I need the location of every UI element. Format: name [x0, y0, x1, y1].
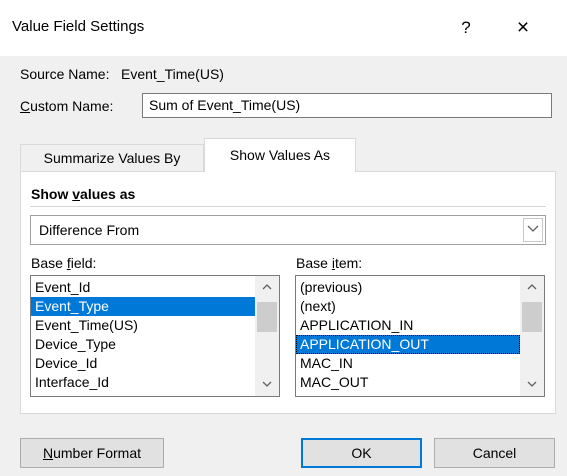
chevron-down-icon[interactable]: [520, 375, 544, 395]
base-field-label-post: ield:: [70, 255, 97, 271]
list-item-selected[interactable]: Event_Type: [31, 297, 255, 316]
number-format-accel: N: [42, 445, 54, 461]
show-values-as-selected: Difference From: [39, 222, 140, 238]
custom-name-label-rest: ustom Name:: [30, 98, 114, 114]
custom-name-input[interactable]: Sum of Event_Time(US): [142, 93, 552, 118]
source-name-label: Source Name:: [20, 66, 110, 82]
list-item[interactable]: Device_Type: [31, 335, 255, 354]
heading-post: alues as: [80, 186, 136, 202]
list-item[interactable]: Interface_Id: [31, 373, 255, 392]
list-item[interactable]: Device_Id: [31, 354, 255, 373]
ok-button[interactable]: OK: [301, 438, 422, 468]
list-item[interactable]: MAC_IN: [296, 354, 520, 373]
list-item[interactable]: Event_Id: [31, 278, 255, 297]
show-values-as-select[interactable]: Difference From: [30, 215, 546, 245]
base-item-scrollbar[interactable]: [520, 276, 544, 396]
list-item-selected[interactable]: APPLICATION_OUT: [296, 335, 520, 354]
number-format-button[interactable]: Number Format: [20, 438, 164, 468]
base-item-listbox[interactable]: (previous) (next) APPLICATION_IN APPLICA…: [295, 275, 545, 397]
chevron-down-icon[interactable]: [523, 218, 543, 242]
base-item-label-post: tem:: [334, 255, 363, 271]
dialog-title: Value Field Settings: [12, 18, 145, 35]
list-item[interactable]: MAC_OUT: [296, 373, 520, 392]
cancel-button[interactable]: Cancel: [434, 438, 555, 468]
base-field-label-pre: Base: [31, 255, 67, 271]
list-item[interactable]: (next): [296, 297, 520, 316]
chevron-down-icon[interactable]: [255, 375, 279, 395]
tab-show-values-as[interactable]: Show Values As: [204, 138, 356, 172]
number-format-label: umber Format: [53, 445, 142, 461]
tab-summarize-values-by[interactable]: Summarize Values By: [20, 144, 204, 171]
custom-name-label: Custom Name:: [20, 98, 113, 114]
heading-pre: Show: [31, 186, 73, 202]
base-field-scrollbar[interactable]: [255, 276, 279, 396]
scrollbar-thumb[interactable]: [522, 302, 542, 332]
list-item[interactable]: Event_Time(US): [31, 316, 255, 335]
help-button[interactable]: ?: [451, 14, 481, 42]
chevron-up-icon[interactable]: [520, 277, 544, 297]
base-item-label: Base item:: [296, 255, 362, 271]
chevron-up-icon[interactable]: [255, 277, 279, 297]
close-button[interactable]: ×: [508, 14, 538, 42]
scrollbar-thumb[interactable]: [257, 302, 277, 332]
base-item-label-pre: Base: [296, 255, 332, 271]
list-item[interactable]: APPLICATION_IN: [296, 316, 520, 335]
base-field-label: Base field:: [31, 255, 96, 271]
source-name-value: Event_Time(US): [121, 66, 224, 82]
heading-divider: [30, 206, 546, 207]
custom-name-accel: C: [20, 98, 31, 114]
heading-accel: v: [72, 186, 81, 202]
list-item[interactable]: (previous): [296, 278, 520, 297]
show-values-as-heading: Show values as: [31, 186, 135, 202]
base-field-listbox[interactable]: Event_Id Event_Type Event_Time(US) Devic…: [30, 275, 280, 397]
